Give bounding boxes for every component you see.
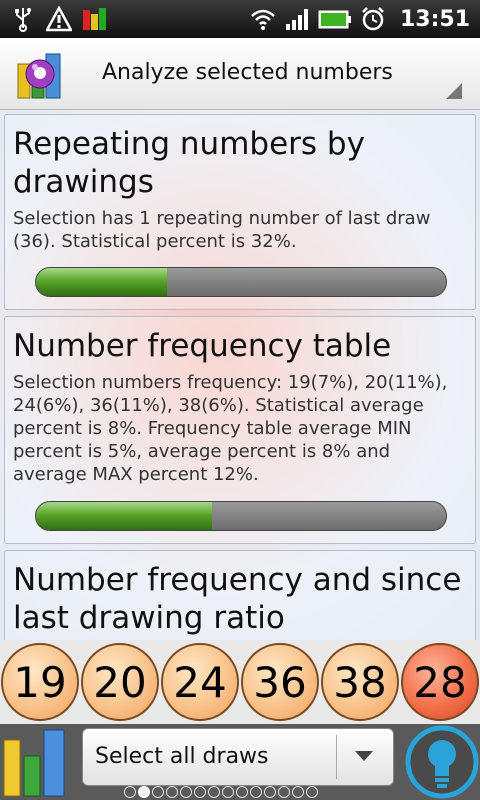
status-right-icons: 13:51	[250, 5, 470, 33]
chevron-down-icon[interactable]	[355, 751, 373, 761]
page-indicator	[124, 786, 318, 798]
status-time: 13:51	[399, 6, 470, 32]
number-ball[interactable]: 36	[241, 643, 319, 721]
page-dot	[292, 786, 304, 798]
page-title: Analyze selected numbers	[102, 60, 393, 85]
page-dot	[166, 786, 178, 798]
analysis-content[interactable]: Repeating numbers by drawings Selection …	[0, 110, 480, 640]
page-dot	[152, 786, 164, 798]
page-dot	[124, 786, 136, 798]
page-dot	[208, 786, 220, 798]
bottom-bar: Select all draws	[0, 724, 480, 800]
card-frequency-ratio: Number frequency and since last drawing …	[4, 550, 476, 640]
repeating-progress-bar	[35, 267, 447, 297]
cell-signal-icon	[285, 9, 308, 30]
page-dot	[306, 786, 318, 798]
card-text: Selection has 1 repeating number of last…	[13, 208, 431, 252]
status-left-icons	[10, 5, 108, 33]
page-dot	[222, 786, 234, 798]
number-ball[interactable]: 28	[401, 643, 479, 721]
number-ball[interactable]: 19	[1, 643, 79, 721]
page-dot	[264, 786, 276, 798]
frequency-progress-bar	[35, 501, 447, 531]
app-logo-icon	[17, 53, 61, 99]
card-text: Selection numbers frequency: 19(7%), 20(…	[13, 372, 448, 485]
number-ball[interactable]: 24	[161, 643, 239, 721]
alarm-icon	[362, 7, 384, 31]
progress-fill	[36, 268, 168, 296]
card-frequency-table: Number frequency table Selection numbers…	[4, 316, 476, 544]
title-menu-corner-icon[interactable]	[446, 83, 462, 99]
warning-icon	[46, 6, 72, 32]
lightbulb-icon[interactable]	[404, 724, 480, 800]
wifi-icon	[251, 9, 275, 30]
page-dot	[180, 786, 192, 798]
usb-icon	[15, 8, 31, 32]
page-dot	[250, 786, 262, 798]
progress-fill	[36, 502, 213, 530]
card-title: Repeating numbers by drawings	[13, 126, 365, 200]
title-bar: Analyze selected numbers	[0, 38, 480, 110]
draws-select-value: Select all draws	[95, 744, 269, 769]
page-dot	[138, 786, 150, 798]
card-title: Number frequency table	[13, 328, 392, 364]
statistics-chart-icon[interactable]	[0, 726, 78, 798]
page-dot	[236, 786, 248, 798]
signal-bars-icon	[83, 8, 106, 30]
status-bar: 13:51	[0, 0, 480, 38]
draws-select[interactable]: Select all draws	[82, 728, 394, 786]
card-repeating-numbers: Repeating numbers by drawings Selection …	[4, 114, 476, 310]
page-dot	[278, 786, 290, 798]
selected-numbers-row: 19 20 24 36 38 28	[0, 640, 480, 724]
card-title: Number frequency and since last drawing …	[13, 562, 462, 636]
number-ball[interactable]: 20	[81, 643, 159, 721]
number-ball[interactable]: 38	[321, 643, 399, 721]
select-divider	[336, 735, 337, 779]
battery-icon	[318, 10, 351, 29]
page-dot	[194, 786, 206, 798]
